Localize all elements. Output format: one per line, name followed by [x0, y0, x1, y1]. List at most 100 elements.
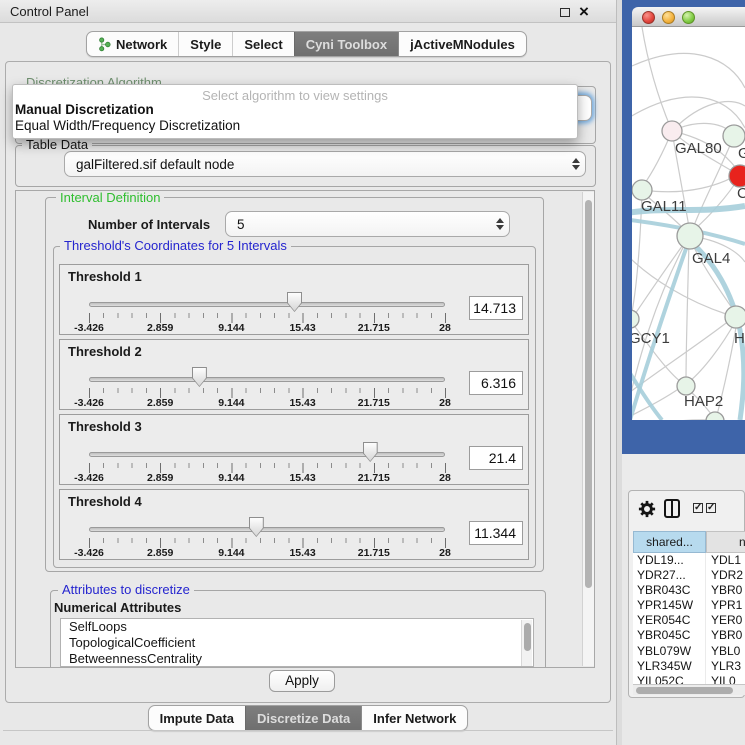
zoom-traffic-light-icon[interactable]: [682, 11, 695, 24]
slider-handle[interactable]: [287, 292, 302, 312]
checked-checkbox-icon[interactable]: ✓: [693, 503, 703, 513]
tab-cyni-toolbox[interactable]: Cyni Toolbox: [294, 32, 398, 56]
tab-network[interactable]: Network: [87, 32, 178, 56]
close-traffic-light-icon[interactable]: [642, 11, 655, 24]
float-window-icon[interactable]: [560, 8, 570, 17]
table-cell-name[interactable]: YBL0: [706, 644, 740, 659]
tab-infer-network[interactable]: Infer Network: [361, 706, 467, 730]
slider-track[interactable]: [89, 452, 445, 457]
slider-tick-label: 21.715: [346, 547, 402, 559]
scrollbar-thumb[interactable]: [636, 687, 733, 694]
threshold-value-field[interactable]: 11.344: [469, 521, 523, 545]
node-right[interactable]: [725, 306, 745, 328]
tab-style[interactable]: Style: [178, 32, 232, 56]
attribute-item-selfloops[interactable]: SelfLoops: [61, 619, 533, 635]
slider-handle[interactable]: [249, 517, 264, 537]
tab-jactivemnodules[interactable]: jActiveMNodules: [398, 32, 526, 56]
table-row[interactable]: YLR345WYLR3: [633, 659, 745, 674]
gear-icon[interactable]: [638, 500, 656, 518]
node-green-top[interactable]: [723, 125, 745, 147]
table-cell-shared-name[interactable]: YBL079W: [633, 644, 706, 659]
node-red[interactable]: [729, 165, 745, 187]
table-row[interactable]: YBL079WYBL0: [633, 644, 745, 659]
table-data-combobox[interactable]: galFiltered.sif default node: [64, 151, 586, 177]
close-icon[interactable]: ×: [579, 0, 589, 23]
numerical-attributes-list: SelfLoopsTopologicalCoefficientBetweenne…: [60, 618, 534, 667]
threshold-value-field[interactable]: 6.316: [469, 371, 523, 395]
attributes-list-scrollbar[interactable]: [521, 620, 532, 667]
numerical-attributes-label: Numerical Attributes: [54, 600, 181, 615]
threshold-value-field[interactable]: 21.4: [469, 446, 523, 470]
scrollbar-thumb[interactable]: [524, 623, 531, 651]
node-gal4[interactable]: [677, 223, 703, 249]
table-row[interactable]: YBR043CYBR0: [633, 583, 745, 598]
table-column-header-name[interactable]: n: [706, 531, 745, 553]
table-cell-name[interactable]: YLR3: [706, 659, 741, 674]
slider-handle[interactable]: [192, 367, 207, 387]
table-cell-name[interactable]: YER0: [706, 613, 742, 628]
table-cell-shared-name[interactable]: YBR043C: [633, 583, 706, 598]
slider-tick-label: 9.144: [203, 547, 259, 559]
attribute-item-topologicalcoefficient[interactable]: TopologicalCoefficient: [61, 635, 533, 651]
slider-handle[interactable]: [363, 442, 378, 462]
scrollbar-thumb[interactable]: [585, 200, 592, 588]
table-cell-name[interactable]: YBR0: [706, 583, 742, 598]
tab-discretize-data[interactable]: Discretize Data: [245, 706, 361, 730]
number-of-intervals-combobox[interactable]: 5: [225, 211, 510, 237]
table-cell-name[interactable]: YBR0: [706, 628, 742, 643]
algorithm-option-equal-width-frequency-discretization[interactable]: Equal Width/Frequency Discretization: [13, 118, 577, 134]
table-row[interactable]: YBR045CYBR0: [633, 628, 745, 643]
control-panel-bottom-edge: [3, 730, 613, 735]
network-edge: [635, 238, 688, 314]
slider-tick-label: 15.43: [275, 397, 331, 409]
algorithm-option-manual-discretization[interactable]: Manual Discretization: [13, 102, 577, 118]
node-label-hap2: HAP2: [684, 393, 723, 410]
columns-icon[interactable]: [664, 499, 680, 518]
table-cell-shared-name[interactable]: YLR345W: [633, 659, 706, 674]
table-cell-name[interactable]: YIL0: [706, 674, 736, 684]
table-cell-shared-name[interactable]: YPR145W: [633, 598, 706, 613]
checked-checkbox-icon[interactable]: ✓: [706, 503, 716, 513]
slider-track[interactable]: [89, 527, 445, 532]
screen: Control Panel × Network Style SelectCyni T…: [0, 0, 745, 745]
tab-label: Impute Data: [160, 711, 234, 726]
table-row[interactable]: YPR145WYPR1: [633, 598, 745, 613]
node-pink[interactable]: [662, 121, 682, 141]
table-cell-name[interactable]: YPR1: [706, 598, 742, 613]
panel-title: Control Panel: [10, 4, 89, 19]
attribute-item-betweennesscentrality[interactable]: BetweennessCentrality: [61, 651, 533, 667]
table-cell-shared-name[interactable]: YBR045C: [633, 628, 706, 643]
combobox-stepper-icon[interactable]: [567, 158, 585, 170]
apply-button[interactable]: Apply: [269, 670, 335, 692]
table-cell-shared-name[interactable]: YIL052C: [633, 674, 706, 684]
table-row[interactable]: YER054CYER0: [633, 613, 745, 628]
table-row[interactable]: YIL052CYIL0: [633, 674, 745, 684]
tab-impute-data[interactable]: Impute Data: [149, 706, 245, 730]
combobox-stepper-icon[interactable]: [491, 218, 509, 230]
algorithm-placeholder-option[interactable]: Select algorithm to view settings: [13, 85, 577, 102]
node-label-gcy1: GCY1: [632, 330, 670, 347]
slider-track[interactable]: [89, 377, 445, 382]
table-horizontal-scrollbar[interactable]: [633, 684, 745, 695]
slider-tick-label: 28: [417, 397, 473, 409]
table-row[interactable]: YDR27...YDR2: [633, 568, 745, 583]
table-cell-name[interactable]: YDR2: [706, 568, 743, 583]
node-gal11[interactable]: [632, 180, 652, 200]
table-column-header-shared-name[interactable]: shared...: [633, 531, 706, 553]
table-row[interactable]: YDL19...YDL1: [633, 553, 745, 568]
table-cell-shared-name[interactable]: YDR27...: [633, 568, 706, 583]
table-cell-shared-name[interactable]: YER054C: [633, 613, 706, 628]
node-bottom[interactable]: [706, 412, 724, 420]
tab-select[interactable]: Select: [232, 32, 293, 56]
settings-scrollbar[interactable]: [582, 192, 594, 666]
slider-track[interactable]: [89, 302, 445, 307]
tab-label: Style: [190, 37, 221, 52]
table-cell-shared-name[interactable]: YDL19...: [633, 553, 706, 568]
threshold-value-field[interactable]: 14.713: [469, 296, 523, 320]
slider-tick-label: 9.144: [203, 397, 259, 409]
node-gcy1[interactable]: [632, 310, 639, 328]
threshold-coordinates-title: Threshold's Coordinates for 5 Intervals: [60, 239, 291, 253]
threshold-label: Threshold 4: [68, 494, 142, 509]
table-cell-name[interactable]: YDL1: [706, 553, 741, 568]
minimize-traffic-light-icon[interactable]: [662, 11, 675, 24]
